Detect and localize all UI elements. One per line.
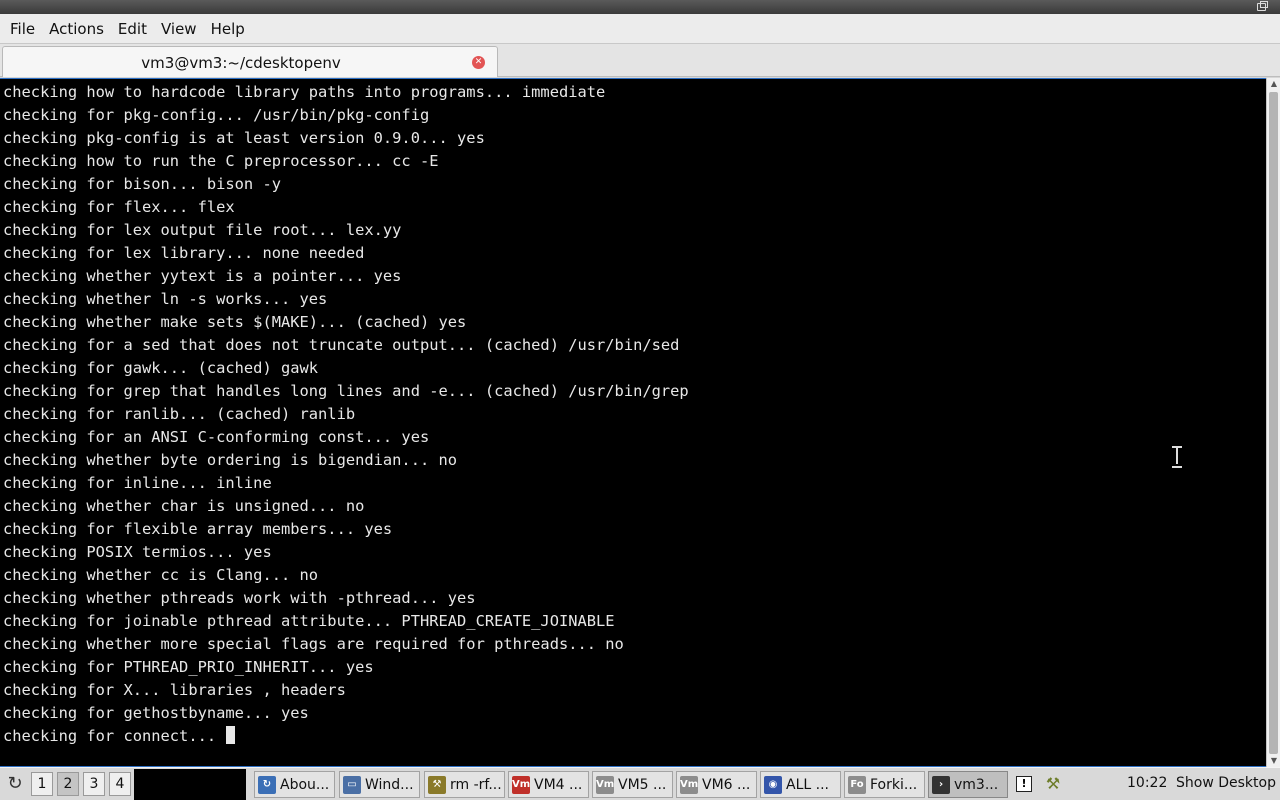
vm-icon: Vm [596, 775, 614, 794]
workspace-1[interactable]: 1 [31, 772, 53, 796]
terminal-line: checking POSIX termios... yes [3, 543, 272, 561]
terminal-line: checking for joinable pthread attribute.… [3, 612, 615, 630]
terminal-icon: › [932, 775, 950, 794]
task-label: VM4 ... [534, 776, 583, 793]
terminal-line: checking for PTHREAD_PRIO_INHERIT... yes [3, 658, 374, 676]
terminal-line: checking for lex library... none needed [3, 244, 365, 262]
vm-icon: Vm [680, 775, 698, 794]
terminal-line: checking for an ANSI C-conforming const.… [3, 428, 430, 446]
terminal-line: checking for gethostbyname... yes [3, 704, 309, 722]
clock[interactable]: 10:22 [1127, 775, 1167, 791]
window-titlebar[interactable] [0, 0, 1280, 14]
terminal-line: checking whether pthreads work with -pth… [3, 589, 476, 607]
scrollbar-thumb[interactable] [1269, 92, 1278, 754]
task-vm5[interactable]: Vm VM5 ... [592, 771, 673, 798]
menubar: File Actions Edit View Help [0, 14, 1280, 44]
xfce-menu-icon[interactable]: ↻ [2, 771, 28, 797]
task-vm3-terminal[interactable]: › vm3... [928, 771, 1008, 798]
menu-help[interactable]: Help [205, 20, 251, 38]
task-vm6[interactable]: Vm VM6 ... [676, 771, 757, 798]
task-vm4[interactable]: Vm VM4 ... [508, 771, 589, 798]
task-all[interactable]: ◉ ALL ... [760, 771, 841, 798]
tools-icon: ⚒ [428, 775, 446, 794]
terminal-output[interactable]: checking how to hardcode library paths i… [0, 78, 1266, 767]
terminal-line: checking whether byte ordering is bigend… [3, 451, 458, 469]
xfce-mouse-icon: ↻ [258, 775, 276, 794]
workspace-preview[interactable] [134, 769, 246, 800]
notification-icon[interactable]: ! [1016, 776, 1032, 792]
workspace-3[interactable]: 3 [83, 772, 105, 796]
task-about[interactable]: ↻ Abou... [254, 771, 335, 798]
terminal-cursor [226, 726, 236, 744]
scrollbar[interactable]: ▲ ▼ [1266, 78, 1280, 767]
terminal-line: checking for lex output file root... lex… [3, 221, 402, 239]
terminal-line: checking how to hardcode library paths i… [3, 83, 606, 101]
terminal-line: checking for X... libraries , headers [3, 681, 346, 699]
terminal-line: checking for connect... [3, 725, 689, 748]
task-window[interactable]: ▭ Wind... [339, 771, 420, 798]
terminal-line: checking whether yytext is a pointer... … [3, 267, 402, 285]
workspace-2[interactable]: 2 [57, 772, 79, 796]
tab-terminal[interactable]: vm3@vm3:~/cdesktopenv ✕ [2, 46, 498, 77]
task-label: vm3... [954, 776, 999, 793]
terminal-line: checking pkg-config is at least version … [3, 129, 485, 147]
show-desktop-button[interactable]: Show Desktop [1176, 775, 1276, 791]
terminal-line: checking whether make sets $(MAKE)... (c… [3, 313, 467, 331]
terminal-line: checking for bison... bison -y [3, 175, 281, 193]
text-cursor-icon [1172, 446, 1182, 468]
terminal-line: checking for flexible array members... y… [3, 520, 393, 538]
terminal-line: checking whether cc is Clang... no [3, 566, 319, 584]
scroll-down-icon[interactable]: ▼ [1267, 755, 1280, 767]
task-forking[interactable]: Fo Forki... [844, 771, 925, 798]
terminal-line: checking for a sed that does not truncat… [3, 336, 680, 354]
menu-file[interactable]: File [4, 20, 41, 38]
vm-icon: Vm [512, 775, 530, 794]
terminal-line: checking for ranlib... (cached) ranlib [3, 405, 356, 423]
globe-icon: ◉ [764, 775, 782, 794]
task-rm[interactable]: ⚒ rm -rf... [424, 771, 505, 798]
task-label: VM6 ... [702, 776, 751, 793]
task-label: Forki... [870, 776, 918, 793]
menu-actions[interactable]: Actions [43, 20, 110, 38]
task-label: VM5 ... [618, 776, 667, 793]
terminal-line: checking whether ln -s works... yes [3, 290, 328, 308]
terminal-line: checking for grep that handles long line… [3, 382, 689, 400]
task-label: Abou... [280, 776, 330, 793]
terminal-line: checking for pkg-config... /usr/bin/pkg-… [3, 106, 430, 124]
menu-edit[interactable]: Edit [112, 20, 153, 38]
menu-view[interactable]: View [155, 20, 203, 38]
scroll-up-icon[interactable]: ▲ [1267, 78, 1280, 90]
terminal-line: checking for gawk... (cached) gawk [3, 359, 319, 377]
terminal-line: checking for flex... flex [3, 198, 235, 216]
tab-title: vm3@vm3:~/cdesktopenv [141, 54, 341, 72]
network-icon[interactable]: ⚒ [1042, 774, 1064, 794]
taskbar: ↻ 1 2 3 4 ↻ Abou... ▭ Wind... ⚒ rm -rf..… [0, 767, 1280, 800]
workspace-4[interactable]: 4 [109, 772, 131, 796]
task-label: Wind... [365, 776, 414, 793]
window-icon: ▭ [343, 775, 361, 794]
close-icon[interactable]: ✕ [472, 56, 485, 69]
terminal-line: checking whether more special flags are … [3, 635, 624, 653]
task-label: rm -rf... [450, 776, 502, 793]
terminal-line: checking how to run the C preprocessor..… [3, 152, 439, 170]
tab-bar: vm3@vm3:~/cdesktopenv ✕ [0, 44, 1280, 77]
terminal-line: checking for inline... inline [3, 474, 272, 492]
restore-icon[interactable] [1257, 1, 1268, 11]
terminal-line: checking whether char is unsigned... no [3, 497, 365, 515]
task-label: ALL ... [786, 776, 829, 793]
fo-icon: Fo [848, 775, 866, 794]
